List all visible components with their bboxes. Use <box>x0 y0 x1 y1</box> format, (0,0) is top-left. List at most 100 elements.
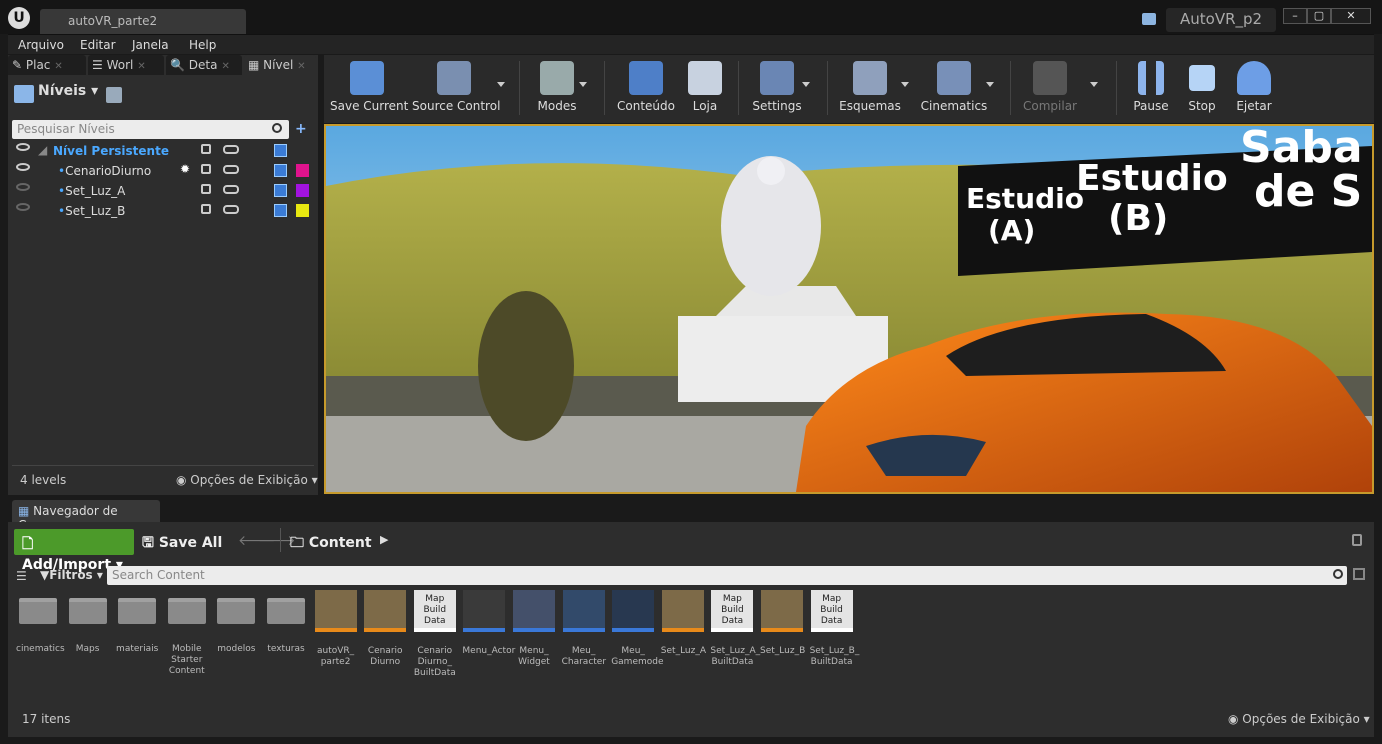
chevron-right-icon[interactable]: ▶ <box>380 533 388 546</box>
folder-item[interactable]: Mobile Starter Content <box>165 590 209 677</box>
close-button[interactable]: ✕ <box>1331 8 1371 24</box>
levels-dropdown[interactable]: Níveis ▾ <box>38 83 98 99</box>
divider <box>827 61 828 115</box>
asset-label: Set_Luz_A <box>660 646 707 656</box>
level-search-input[interactable]: Pesquisar Níveis <box>12 120 289 139</box>
level-row[interactable]: ◢ Nível Persistente <box>8 141 318 161</box>
save-level-icon[interactable] <box>274 144 287 157</box>
marketplace-button[interactable]: Loja <box>682 55 728 123</box>
filters-button[interactable]: ▼Filtros ▾ <box>40 568 103 582</box>
level-color-swatch[interactable] <box>296 164 309 177</box>
view-options-button[interactable]: ◉ Opções de Exibição ▾ <box>1228 712 1370 726</box>
minimize-button[interactable]: – <box>1283 8 1307 24</box>
lock-icon[interactable] <box>201 204 211 214</box>
project-icon <box>1142 13 1156 25</box>
tab-world[interactable]: ☰ Worl ✕ <box>88 55 164 75</box>
menu-editar[interactable]: Editar <box>80 38 116 52</box>
pause-button[interactable]: Pause <box>1126 55 1176 123</box>
content-search-input[interactable]: Search Content <box>107 566 1347 585</box>
chevron-down-icon[interactable] <box>579 82 587 87</box>
asset-item[interactable]: autoVR_ parte2 <box>314 590 358 668</box>
menu-janela[interactable]: Janela <box>132 38 169 52</box>
save-all-button[interactable]: 🖫 Save All <box>142 532 222 556</box>
chevron-down-icon[interactable] <box>497 82 505 87</box>
save-level-icon[interactable] <box>274 164 287 177</box>
asset-item[interactable]: Set_Luz_B <box>760 590 805 657</box>
eject-button[interactable]: Ejetar <box>1230 55 1278 123</box>
cinematics-button[interactable]: Cinematics <box>918 55 990 123</box>
level-name: •CenarioDiurno <box>58 164 152 178</box>
menu-arquivo[interactable]: Arquivo <box>18 38 64 52</box>
lock-icon[interactable] <box>201 164 211 174</box>
content-icon <box>629 61 663 95</box>
gamepad-icon[interactable] <box>223 145 239 154</box>
asset-item[interactable]: Cenario Diurno <box>363 590 407 668</box>
gamepad-icon[interactable] <box>223 205 239 214</box>
folder-item[interactable]: cinematics <box>16 590 65 655</box>
menu-help[interactable]: Help <box>189 38 216 52</box>
hidden-icon[interactable] <box>16 183 30 191</box>
chevron-down-icon[interactable] <box>986 82 994 87</box>
asset-item[interactable]: Map Build Data Set_Luz_A_ BuiltData <box>710 590 761 668</box>
view-options-button[interactable]: ◉ Opções de Exibição ▾ <box>176 473 318 487</box>
level-details-icon[interactable] <box>106 87 122 103</box>
level-color-swatch[interactable] <box>296 184 309 197</box>
document-tab[interactable]: autoVR_parte2 <box>40 9 246 34</box>
chevron-down-icon[interactable] <box>1090 82 1098 87</box>
compile-button[interactable]: Compilar <box>1018 55 1082 123</box>
level-row[interactable]: •CenarioDiurno ✹ <box>8 161 318 181</box>
asset-item[interactable]: Set_Luz_A <box>660 590 707 657</box>
gamepad-icon[interactable] <box>223 185 239 194</box>
blueprints-button[interactable]: Esquemas <box>836 55 904 123</box>
chevron-down-icon[interactable] <box>901 82 909 87</box>
expand-arrow-icon[interactable]: ◢ <box>38 143 47 157</box>
modes-button[interactable]: Modes <box>527 55 587 123</box>
add-import-button[interactable]: 🗋 Add/Import ▾ <box>14 529 134 573</box>
asset-item[interactable]: Menu_Actor <box>462 590 515 657</box>
add-level-icon[interactable]: + <box>295 121 307 137</box>
tab-details[interactable]: 🔍 Deta ✕ <box>166 55 242 75</box>
tab-place[interactable]: ✎ Plac ✕ <box>8 55 86 75</box>
source-control-button[interactable]: Source Control <box>412 55 500 123</box>
folder-item[interactable]: materiais <box>115 590 159 655</box>
level-color-swatch[interactable] <box>296 204 309 217</box>
asset-item[interactable]: Menu_ Widget <box>512 590 556 668</box>
settings-button[interactable]: Settings <box>746 55 808 123</box>
hidden-icon[interactable] <box>16 203 30 211</box>
save-current-button[interactable]: Save Current <box>330 55 408 123</box>
levels-menu-icon <box>14 85 34 103</box>
lock-icon[interactable] <box>201 184 211 194</box>
path-breadcrumb[interactable]: 🗀 Content <box>290 532 372 556</box>
asset-item[interactable]: Meu_ Character <box>562 590 606 668</box>
folder-item[interactable]: texturas <box>264 590 308 655</box>
lock-icon[interactable] <box>1352 534 1362 546</box>
level-viewport[interactable]: Estudio (A) Estudio (B) Saba de S <box>324 124 1374 494</box>
asset-label: Set_Luz_A_ BuiltData <box>710 646 761 667</box>
level-name-text: Set_Luz_A <box>65 184 126 198</box>
maximize-button[interactable]: ▢ <box>1307 8 1331 24</box>
asset-item[interactable]: Map Build Data Cenario Diurno_ BuiltData <box>413 590 457 679</box>
save-level-icon[interactable] <box>274 204 287 217</box>
asset-item[interactable]: Map Build Data Set_Luz_B_ BuiltData <box>810 590 859 668</box>
level-row[interactable]: •Set_Luz_B <box>8 201 318 221</box>
folder-item[interactable]: Maps <box>66 590 110 655</box>
save-search-icon[interactable] <box>1353 568 1365 580</box>
levels-panel: ✎ Plac ✕ ☰ Worl ✕ 🔍 Deta ✕ ▦ Nível ✕ Níveis … <box>8 55 318 495</box>
chevron-down-icon[interactable] <box>802 82 810 87</box>
visibility-icon[interactable] <box>16 163 30 171</box>
asset-item[interactable]: Meu_ Gamemode <box>611 590 664 668</box>
gamepad-icon[interactable] <box>223 165 239 174</box>
lock-icon[interactable] <box>201 144 211 154</box>
divider <box>519 61 520 115</box>
sources-toggle-icon[interactable]: ☰ <box>16 569 27 583</box>
stop-button[interactable]: Stop <box>1180 55 1224 123</box>
content-browser-tab[interactable]: ▦ Navegador de Con✕ <box>12 500 160 532</box>
level-row[interactable]: •Set_Luz_A <box>8 181 318 201</box>
details-icon: 🔍 <box>170 58 189 72</box>
visibility-icon[interactable] <box>16 143 30 151</box>
unreal-logo-icon[interactable]: U <box>8 7 30 29</box>
save-level-icon[interactable] <box>274 184 287 197</box>
content-button[interactable]: Conteúdo <box>614 55 678 123</box>
folder-item[interactable]: modelos <box>214 590 258 655</box>
tab-levels[interactable]: ▦ Nível ✕ <box>244 55 316 75</box>
